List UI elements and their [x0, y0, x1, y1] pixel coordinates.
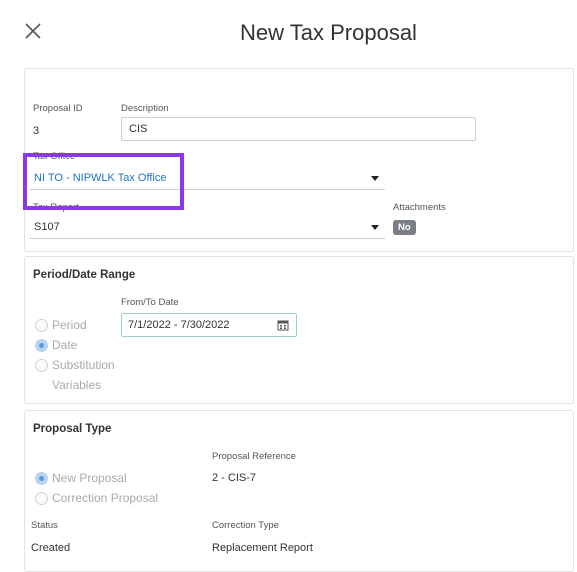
tax-report-select[interactable]: S107 — [30, 215, 385, 239]
tax-report-label: Tax Report — [33, 202, 79, 213]
status-label: Status — [31, 520, 58, 531]
chevron-down-icon — [371, 225, 379, 230]
substitution-variables-radio[interactable]: Substitution Variables — [35, 358, 122, 395]
radio-checked-icon — [35, 339, 48, 352]
proposal-id-value: 3 — [33, 125, 40, 137]
new-proposal-radio[interactable]: New Proposal — [35, 471, 127, 485]
variables-label: Variables — [52, 378, 102, 392]
date-radio[interactable]: Date — [35, 338, 77, 352]
period-radio[interactable]: Period — [35, 318, 87, 332]
status-value: Created — [31, 542, 71, 554]
description-input[interactable]: CIS — [121, 117, 476, 141]
new-proposal-label: New Proposal — [52, 471, 127, 485]
general-section: Proposal ID 3 Description CIS Tax Office… — [24, 68, 574, 252]
chevron-down-icon — [371, 176, 379, 181]
dialog-header: New Tax Proposal — [0, 0, 577, 64]
dialog-title: New Tax Proposal — [240, 20, 417, 45]
radio-icon — [35, 319, 48, 332]
correction-type-value: Replacement Report — [212, 542, 313, 554]
correction-proposal-label: Correction Proposal — [52, 491, 159, 505]
proposal-reference-label: Proposal Reference — [212, 451, 296, 462]
from-to-date-label: From/To Date — [121, 297, 179, 308]
proposal-type-title: Proposal Type — [33, 423, 112, 435]
description-label: Description — [121, 103, 169, 114]
substitution-label: Substitution — [52, 358, 115, 372]
period-section-title: Period/Date Range — [33, 269, 136, 281]
period-radio-label: Period — [52, 318, 87, 332]
radio-icon — [35, 359, 48, 372]
from-to-date-input[interactable]: 7/1/2022 - 7/30/2022 — [121, 313, 297, 337]
tax-office-label: Tax Office — [33, 151, 76, 162]
correction-proposal-radio[interactable]: Correction Proposal — [35, 491, 158, 505]
proposal-reference-value: 2 - CIS-7 — [212, 472, 257, 484]
radio-checked-icon — [35, 472, 48, 485]
calendar-icon[interactable] — [277, 319, 289, 334]
date-radio-label: Date — [52, 338, 78, 352]
tax-office-select[interactable]: NI TO - NIPWLK Tax Office — [30, 166, 385, 190]
proposal-type-section: Proposal Type New Proposal Correction Pr… — [24, 410, 574, 572]
radio-icon — [35, 492, 48, 505]
attachments-badge[interactable]: No — [393, 220, 416, 235]
tax-report-value: S107 — [34, 221, 60, 233]
correction-type-label: Correction Type — [212, 520, 279, 531]
tax-office-value: NI TO - NIPWLK Tax Office — [34, 172, 167, 184]
proposal-id-label: Proposal ID — [33, 103, 83, 114]
from-to-date-value: 7/1/2022 - 7/30/2022 — [128, 319, 230, 331]
period-section: Period/Date Range Period Date Substituti… — [24, 256, 574, 404]
attachments-label: Attachments — [393, 202, 446, 213]
